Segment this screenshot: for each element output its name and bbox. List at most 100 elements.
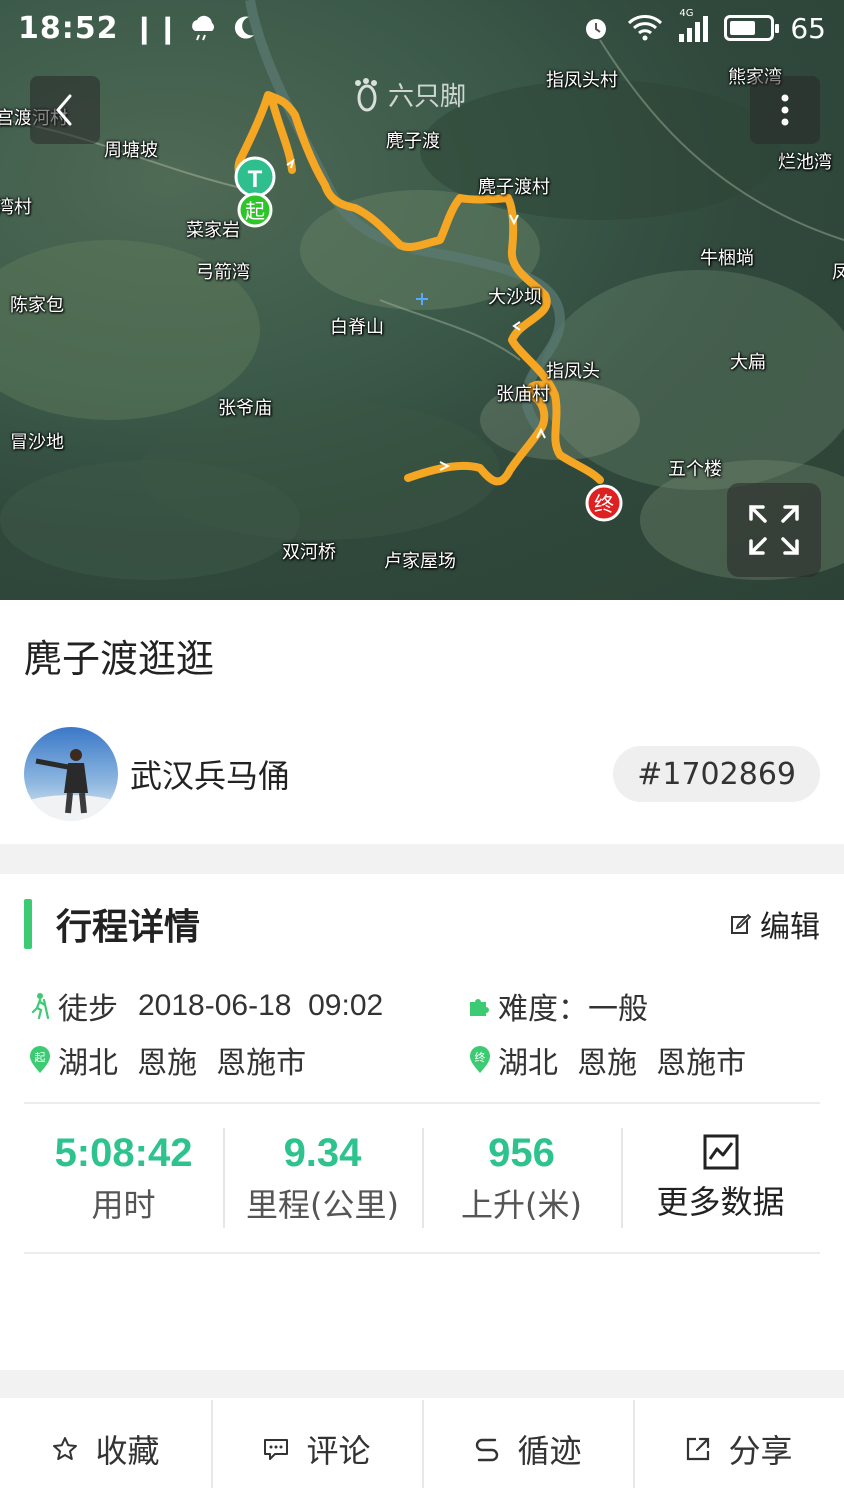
stat-value: 956	[488, 1130, 555, 1175]
more-vertical-icon	[781, 94, 789, 126]
stat-distance: 9.34 里程(公里)	[223, 1126, 422, 1230]
map-label: 指凤头村	[546, 70, 618, 91]
more-data-button[interactable]: 更多数据	[621, 1126, 820, 1230]
watermark-text: 六只脚	[388, 82, 467, 112]
map-label: 麂子渡村	[478, 177, 550, 198]
end-pin-text: 终	[475, 1050, 486, 1064]
map-label: 冒沙地	[10, 432, 64, 453]
wifi-icon	[628, 15, 663, 41]
chevron-left-icon	[56, 94, 72, 126]
section-divider	[0, 844, 844, 874]
share-icon	[687, 1437, 710, 1461]
trip-title: 麂子渡逛逛	[24, 637, 215, 681]
map-label: 白脊山	[330, 317, 384, 338]
trip-datetime: 2018-06-18 09:02	[138, 989, 384, 1022]
end-marker[interactable]: 终	[585, 484, 623, 522]
map-label: 凤	[832, 262, 844, 283]
battery-level: 65	[790, 11, 826, 45]
comment-label: 评论	[306, 1432, 371, 1470]
divider	[24, 1252, 820, 1254]
favorite-button[interactable]: 收藏	[0, 1398, 211, 1500]
more-button[interactable]	[750, 76, 820, 144]
weather-icon	[192, 15, 215, 41]
section-title: 行程详情	[56, 907, 201, 948]
activity-row: 徒步 2018-06-18 09:02	[26, 984, 383, 1028]
start-location: 湖北 恩施 恩施市	[58, 1046, 307, 1081]
map-label: 菜家岩	[186, 220, 240, 241]
activity-type: 徒步	[58, 992, 118, 1027]
map-label: 张庙村	[496, 384, 550, 405]
divider	[24, 1102, 820, 1104]
favorite-label: 收藏	[95, 1432, 160, 1470]
hiking-icon	[26, 992, 54, 1020]
author-name[interactable]: 武汉兵马俑	[130, 751, 290, 797]
share-label: 分享	[728, 1432, 793, 1470]
start-marker[interactable]: 起	[237, 192, 273, 228]
status-notification-icons: ❙❙	[133, 12, 258, 45]
status-system-icons: 4G 65	[581, 8, 826, 45]
map-label: 陈家包	[10, 295, 64, 316]
alarm-icon	[586, 19, 607, 39]
map-label: 大沙坝	[488, 287, 542, 308]
bottom-action-bar: 收藏 评论 循迹 分享	[0, 1398, 844, 1500]
stat-ascent: 956 上升(米)	[422, 1126, 621, 1230]
edit-button[interactable]: 编辑	[730, 902, 820, 946]
fullscreen-button[interactable]	[727, 483, 821, 577]
status-bar: 18:52 ❙❙ 4G 65	[0, 0, 844, 56]
stat-label: 用时	[91, 1185, 156, 1224]
section-divider	[0, 1370, 844, 1398]
stats-row: 5:08:42 用时 9.34 里程(公里) 956 上升(米) 更多数据	[24, 1126, 820, 1230]
stat-duration: 5:08:42 用时	[24, 1126, 223, 1230]
avatar[interactable]	[24, 727, 118, 821]
back-button[interactable]	[30, 76, 100, 144]
expand-icon	[749, 505, 799, 555]
map-label: 指凤头	[546, 361, 600, 382]
status-time: 18:52	[18, 10, 119, 46]
moon-icon	[235, 16, 255, 39]
follow-track-button[interactable]: 循迹	[422, 1398, 633, 1500]
stat-label: 里程(公里)	[246, 1185, 399, 1224]
start-pin-text: 起	[35, 1051, 46, 1064]
map-label: 双河桥	[282, 542, 336, 563]
stat-value: 5:08:42	[54, 1130, 193, 1175]
signal-icon: 4G	[679, 8, 709, 42]
svg-text:终: 终	[594, 492, 614, 516]
map-label: 烂池湾	[778, 152, 832, 173]
end-location: 湖北 恩施 恩施市	[498, 1046, 747, 1081]
author-row[interactable]: 武汉兵马俑 #1702869	[24, 726, 820, 822]
share-button[interactable]: 分享	[633, 1398, 844, 1500]
difficulty: 难度：一般	[498, 992, 648, 1027]
t-marker[interactable]: T	[234, 156, 276, 198]
svg-text:起: 起	[245, 199, 265, 223]
map-label: 周塘坡	[104, 140, 158, 161]
difficulty-row: 难度：一般	[466, 984, 648, 1028]
more-data-label: 更多数据	[656, 1183, 785, 1221]
map-label: 卢家屋场	[384, 551, 456, 572]
start-pin-icon: 起	[26, 1046, 54, 1074]
map-label: 牛梱埫	[700, 248, 754, 269]
edit-label: 编辑	[760, 910, 820, 945]
comment-button[interactable]: 评论	[211, 1398, 422, 1500]
end-pin-icon: 终	[466, 1046, 494, 1074]
edit-icon	[731, 913, 752, 934]
map-label: 张爷庙	[218, 398, 272, 419]
network-type: 4G	[679, 8, 694, 19]
accent-bar	[24, 899, 32, 949]
avatar-image	[24, 727, 118, 821]
svg-text:T: T	[248, 166, 263, 193]
watermark: 六只脚	[352, 76, 466, 113]
map-label: 大扁	[730, 352, 766, 373]
battery-icon	[724, 15, 780, 41]
route-icon	[476, 1438, 499, 1462]
map-label: 弓箭湾	[196, 262, 250, 283]
start-location-row: 起 湖北 恩施 恩施市	[26, 1038, 306, 1082]
puzzle-icon	[466, 992, 494, 1020]
star-icon	[53, 1437, 78, 1460]
pause-icon: ❙❙	[132, 11, 180, 45]
map-label: 湾村	[0, 197, 32, 218]
line-chart-icon	[703, 1134, 738, 1170]
map-label: 麂子渡	[386, 131, 440, 152]
trip-id-badge: #1702869	[613, 746, 820, 802]
map-label: 五个楼	[668, 459, 722, 480]
route-map[interactable]: T 起 终 宫渡河村 周塘坡 湾村 菜家岩 弓箭湾 陈家包 白脊山 张爷庙 冒沙…	[0, 0, 844, 600]
